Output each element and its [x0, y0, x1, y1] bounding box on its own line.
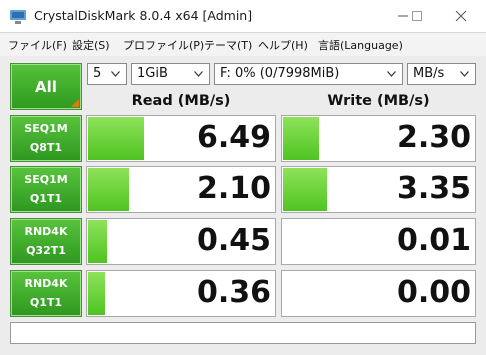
app-icon	[10, 9, 26, 24]
read-result-rnd4k-q32t1: 0.45	[86, 218, 276, 265]
write-value: 0.01	[396, 223, 471, 258]
read-result-seq1m-q8t1: 6.49	[86, 115, 276, 162]
read-value: 0.45	[196, 223, 271, 258]
menu-settings[interactable]: 設定(S)	[72, 37, 110, 53]
read-bar	[88, 272, 105, 315]
write-value: 0.00	[396, 275, 471, 310]
test-button-line2: Q1T1	[29, 296, 63, 309]
write-result-seq1m-q8t1: 2.30	[281, 115, 476, 162]
read-value: 2.10	[196, 171, 271, 206]
maximize-button[interactable]	[402, 4, 432, 28]
all-button[interactable]: All	[10, 63, 82, 110]
write-bar	[283, 117, 319, 160]
unit-select[interactable]: MB/s	[407, 63, 476, 85]
unit-value: MB/s	[413, 66, 445, 81]
test-button-line2: Q1T1	[29, 192, 63, 205]
menu-profile[interactable]: プロファイル(P)	[123, 37, 204, 53]
write-value: 3.35	[396, 171, 471, 206]
menu-bar: ファイル(F) 設定(S) プロファイル(P) テーマ(T) ヘルプ(H) 言語…	[0, 33, 486, 56]
test-count-select[interactable]: 5	[87, 63, 127, 85]
all-button-label: All	[35, 78, 57, 96]
test-button-line1: SEQ1M	[24, 122, 68, 135]
chevron-down-icon	[111, 71, 120, 77]
drive-select[interactable]: F: 0% (0/7998MiB)	[214, 63, 403, 85]
test-button-line1: SEQ1M	[24, 173, 68, 186]
read-header: Read (MB/s)	[131, 93, 231, 109]
read-result-seq1m-q1t1: 2.10	[86, 166, 276, 213]
title-bar: CrystalDiskMark 8.0.4 x64 [Admin]	[0, 0, 486, 33]
close-icon	[455, 10, 467, 22]
test-button-line2: Q8T1	[29, 141, 63, 154]
test-button-rnd4k-q32t1[interactable]: RND4K Q32T1	[10, 218, 82, 265]
write-bar	[283, 168, 327, 211]
write-result-rnd4k-q32t1: 0.01	[281, 218, 476, 265]
read-result-rnd4k-q1t1: 0.36	[86, 270, 276, 317]
comment-field[interactable]	[10, 322, 476, 344]
read-value: 0.36	[196, 275, 271, 310]
write-result-rnd4k-q1t1: 0.00	[281, 270, 476, 317]
menu-theme[interactable]: テーマ(T)	[204, 37, 252, 53]
test-button-line1: RND4K	[24, 277, 68, 290]
read-value: 6.49	[196, 120, 271, 155]
close-button[interactable]	[446, 4, 476, 28]
test-button-line1: RND4K	[24, 225, 68, 238]
chevron-down-icon	[387, 71, 396, 77]
test-size-select[interactable]: 1GiB	[131, 63, 210, 85]
chevron-down-icon	[194, 71, 203, 77]
test-button-seq1m-q1t1[interactable]: SEQ1M Q1T1	[10, 166, 82, 213]
corner-marker-icon	[71, 99, 79, 107]
write-value: 2.30	[396, 120, 471, 155]
chevron-down-icon	[460, 71, 469, 77]
window-title: CrystalDiskMark 8.0.4 x64 [Admin]	[34, 8, 253, 23]
test-button-rnd4k-q1t1[interactable]: RND4K Q1T1	[10, 270, 82, 317]
read-bar	[88, 117, 144, 160]
menu-file[interactable]: ファイル(F)	[8, 37, 67, 53]
test-size-value: 1GiB	[137, 66, 168, 81]
write-header: Write (MB/s)	[327, 93, 430, 109]
test-button-line2: Q32T1	[26, 244, 66, 257]
menu-language[interactable]: 言語(Language)	[318, 37, 403, 53]
drive-value: F: 0% (0/7998MiB)	[220, 66, 340, 81]
read-bar	[88, 220, 107, 263]
read-bar	[88, 168, 129, 211]
menu-help[interactable]: ヘルプ(H)	[258, 37, 308, 53]
maximize-icon	[412, 11, 422, 21]
test-count-value: 5	[93, 66, 102, 81]
test-button-seq1m-q8t1[interactable]: SEQ1M Q8T1	[10, 115, 82, 162]
write-result-seq1m-q1t1: 3.35	[281, 166, 476, 213]
